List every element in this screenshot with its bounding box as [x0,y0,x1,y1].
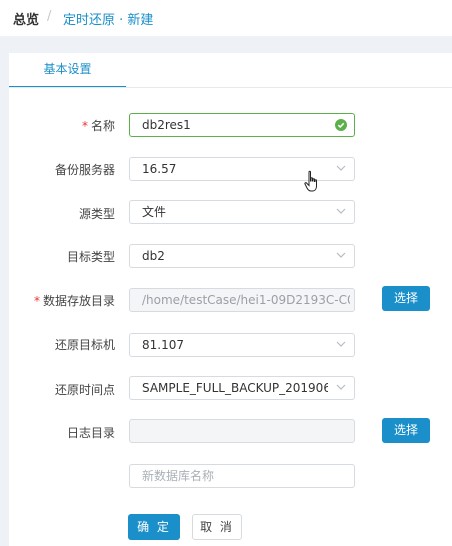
data-dir-input: /home/testCase/hei1-09D2193C-C0 [129,288,355,312]
restore-time-select[interactable]: SAMPLE_FULL_BACKUP_20190603 [129,376,355,400]
target-type-label: 目标类型 [66,250,115,264]
data-dir-choose-button[interactable]: 选择 [382,286,430,311]
breadcrumb-separator: / [47,9,52,24]
tab-divider [9,87,452,88]
check-circle-icon [335,119,347,131]
restore-target-select[interactable]: 81.107 [129,333,355,357]
restore-time-value: SAMPLE_FULL_BACKUP_20190603 [142,381,328,395]
name-input-value: db2res1 [142,118,191,132]
hand-cursor-icon [304,170,317,192]
breadcrumb-root[interactable]: 总览 [13,9,39,28]
chevron-down-icon [336,252,346,258]
chevron-down-icon [336,384,346,390]
required-mark: * [81,119,88,133]
target-type-value: db2 [142,249,165,263]
restore-target-label: 还原目标机 [54,338,115,352]
name-input[interactable]: db2res1 [129,113,355,137]
log-dir-choose-button[interactable]: 选择 [382,418,430,443]
data-dir-value: /home/testCase/hei1-09D2193C-C0 [142,293,350,307]
chevron-down-icon [336,165,346,171]
required-mark: * [33,294,40,308]
source-type-select[interactable]: 文件 [129,200,355,224]
target-type-select[interactable]: db2 [129,244,355,268]
chevron-down-icon [336,208,346,214]
source-type-label: 源类型 [78,207,115,221]
log-dir-input [129,419,355,443]
new-db-name-input[interactable]: 新数据库名称 [129,464,355,488]
tab-basic-settings[interactable]: 基本设置 [9,53,126,88]
new-db-name-placeholder: 新数据库名称 [142,469,215,483]
backup-server-label: 备份服务器 [54,163,115,177]
restore-target-value: 81.107 [142,338,184,352]
chevron-down-icon [336,341,346,347]
name-label: * 名称 [81,119,115,133]
confirm-button[interactable]: 确 定 [128,514,180,540]
cancel-button[interactable]: 取 消 [192,514,242,540]
data-dir-label: * 数据存放目录 [33,294,115,308]
log-dir-label: 日志目录 [66,426,115,440]
top-bar: 总览 / 定时还原 · 新建 [0,0,452,36]
restore-time-label: 还原时间点 [54,383,115,397]
source-type-value: 文件 [142,205,167,219]
backup-server-value: 16.57 [142,162,177,176]
breadcrumb-current: 定时还原 · 新建 [63,13,154,28]
